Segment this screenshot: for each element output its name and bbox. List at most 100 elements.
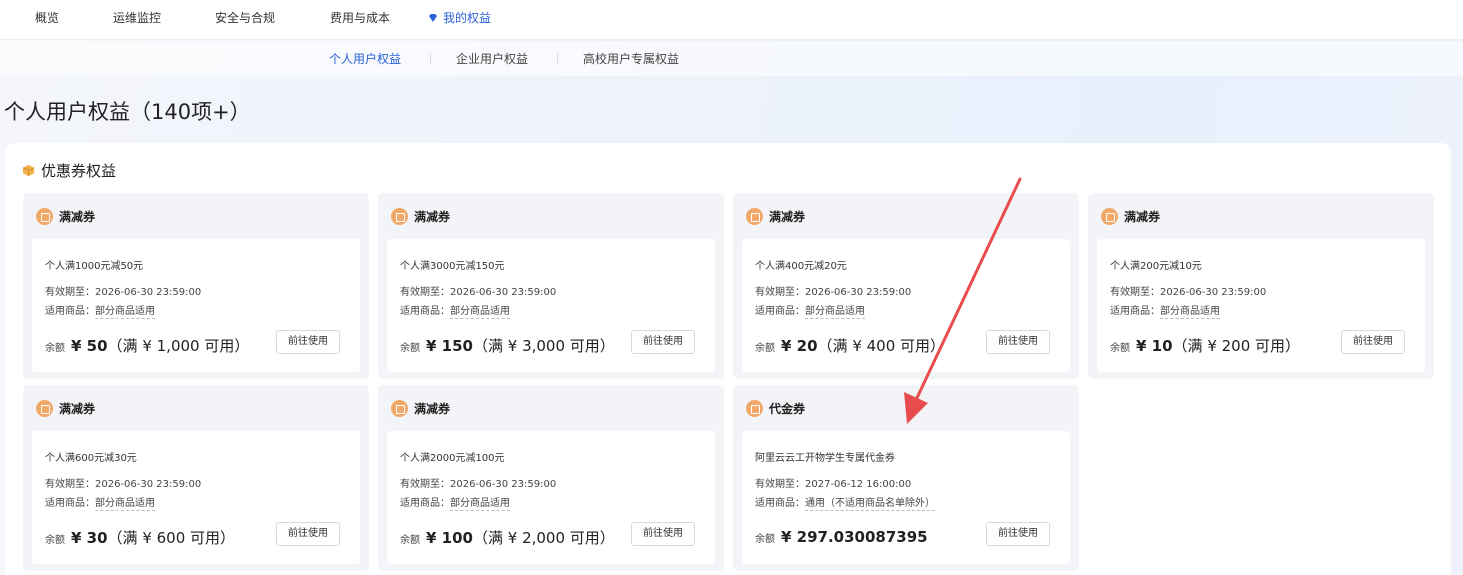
scope-value[interactable]: 通用（不适用商品名单除外）	[805, 498, 935, 511]
tab-personal-benefits[interactable]: 个人用户权益	[329, 50, 401, 67]
tab-university-benefits[interactable]: 高校用户专属权益	[583, 50, 679, 67]
scope-prefix: 适用商品：	[45, 498, 95, 509]
coupon-type: 满减券	[36, 400, 95, 417]
coupon-type: 满减券	[391, 400, 450, 417]
nav-item-overview[interactable]: 概览	[35, 9, 59, 26]
balance-condition: （满 ¥ 600 可用）	[107, 529, 236, 547]
use-coupon-button[interactable]: 前往使用	[631, 330, 695, 354]
coupon-card: 满减券 个人满3000元减150元 有效期至：2026-06-30 23:59:…	[378, 193, 724, 379]
use-coupon-button[interactable]: 前往使用	[276, 522, 340, 546]
coupon-body: 阿里云云工开物学生专属代金券 有效期至：2027-06-12 16:00:00 …	[742, 431, 1070, 564]
coupon-type: 代金券	[746, 400, 805, 417]
balance-condition: （满 ¥ 1,000 可用）	[107, 337, 250, 355]
section-title: 优惠券权益	[22, 160, 116, 181]
coupon-balance: 余额 ¥ 30（满 ¥ 600 可用）	[45, 527, 235, 548]
coupon-scope: 适用商品：部分商品适用	[45, 494, 155, 511]
balance-amount: ¥ 150	[426, 337, 473, 355]
coupon-balance: 余额 ¥ 297.030087395	[755, 527, 928, 546]
use-coupon-button[interactable]: 前往使用	[986, 330, 1050, 354]
tab-enterprise-benefits[interactable]: 企业用户权益	[456, 50, 528, 67]
coupon-name: 个人满3000元减150元	[400, 261, 505, 272]
section-title-label: 优惠券权益	[41, 162, 117, 180]
valid-prefix: 有效期至：	[400, 479, 450, 490]
scope-prefix: 适用商品：	[755, 306, 805, 317]
valid-prefix: 有效期至：	[45, 479, 95, 490]
balance-condition: （满 ¥ 200 可用）	[1172, 337, 1301, 355]
coupon-name: 个人满200元减10元	[1110, 261, 1202, 272]
coupon-type-label: 满减券	[769, 210, 806, 224]
balance-amount: ¥ 20	[781, 337, 818, 355]
balance-amount: ¥ 297.030087395	[781, 528, 928, 546]
balance-condition: （满 ¥ 400 可用）	[817, 337, 946, 355]
coupon-balance: 余额 ¥ 50（满 ¥ 1,000 可用）	[45, 335, 249, 356]
balance-amount: ¥ 100	[426, 529, 473, 547]
coupon-valid-until: 有效期至：2026-06-30 23:59:00	[400, 475, 556, 490]
balance-label: 余额	[400, 343, 420, 354]
coupon-type-label: 满减券	[59, 402, 96, 416]
valid-date: 2026-06-30 23:59:00	[1160, 287, 1267, 298]
balance-label: 余额	[45, 535, 65, 546]
nav-item-cost[interactable]: 费用与成本	[330, 9, 390, 26]
nav-item-my-benefits[interactable]: 我的权益	[428, 9, 491, 26]
coupon-type-label: 满减券	[1124, 210, 1161, 224]
coupon-name: 个人满600元减30元	[45, 453, 137, 464]
voucher-card: 代金券 阿里云云工开物学生专属代金券 有效期至：2027-06-12 16:00…	[733, 385, 1079, 571]
coupon-type: 满减券	[36, 208, 95, 225]
coupon-balance: 余额 ¥ 10（满 ¥ 200 可用）	[1110, 335, 1300, 356]
coupon-card: 满减券 个人满1000元减50元 有效期至：2026-06-30 23:59:0…	[23, 193, 369, 379]
nav-item-security-compliance[interactable]: 安全与合规	[215, 9, 275, 26]
coupon-type: 满减券	[391, 208, 450, 225]
coupon-type-label: 满减券	[59, 210, 96, 224]
coupon-type-label: 满减券	[414, 210, 451, 224]
scope-value[interactable]: 部分商品适用	[95, 306, 155, 319]
coupon-valid-until: 有效期至：2026-06-30 23:59:00	[45, 475, 201, 490]
nav-item-my-benefits-label: 我的权益	[443, 11, 492, 25]
scope-value[interactable]: 部分商品适用	[450, 498, 510, 511]
balance-label: 余额	[755, 534, 775, 545]
scope-prefix: 适用商品：	[755, 498, 805, 509]
diamond-icon	[429, 14, 437, 22]
balance-label: 余额	[45, 343, 65, 354]
coupon-body: 个人满200元减10元 有效期至：2026-06-30 23:59:00 适用商…	[1097, 239, 1425, 372]
balance-amount: ¥ 50	[71, 337, 108, 355]
use-coupon-button[interactable]: 前往使用	[276, 330, 340, 354]
use-coupon-button[interactable]: 前往使用	[986, 522, 1050, 546]
coupon-icon	[391, 208, 408, 225]
balance-label: 余额	[755, 343, 775, 354]
valid-date: 2026-06-30 23:59:00	[95, 287, 202, 298]
coupon-balance: 余额 ¥ 20（满 ¥ 400 可用）	[755, 335, 945, 356]
coupon-type: 满减券	[1101, 208, 1160, 225]
nav-item-ops-monitoring[interactable]: 运维监控	[113, 9, 161, 26]
use-coupon-button[interactable]: 前往使用	[631, 522, 695, 546]
balance-label: 余额	[400, 535, 420, 546]
coupon-type: 满减券	[746, 208, 805, 225]
coupon-name: 个人满1000元减50元	[45, 261, 144, 272]
scope-value[interactable]: 部分商品适用	[805, 306, 865, 319]
coupon-type-label: 满减券	[414, 402, 451, 416]
scope-value[interactable]: 部分商品适用	[95, 498, 155, 511]
use-coupon-button[interactable]: 前往使用	[1341, 330, 1405, 354]
balance-amount: ¥ 30	[71, 529, 108, 547]
scope-value[interactable]: 部分商品适用	[1160, 306, 1220, 319]
scope-prefix: 适用商品：	[1110, 306, 1160, 317]
coupon-card: 满减券 个人满200元减10元 有效期至：2026-06-30 23:59:00…	[1088, 193, 1434, 379]
valid-date: 2026-06-30 23:59:00	[450, 479, 557, 490]
coupon-icon	[391, 400, 408, 417]
scope-value[interactable]: 部分商品适用	[450, 306, 510, 319]
tab-divider	[557, 53, 558, 64]
coupon-scope: 适用商品：部分商品适用	[1110, 302, 1220, 319]
coupon-valid-until: 有效期至：2026-06-30 23:59:00	[400, 283, 556, 298]
coupon-scope: 适用商品：部分商品适用	[400, 302, 510, 319]
coupon-body: 个人满400元减20元 有效期至：2026-06-30 23:59:00 适用商…	[742, 239, 1070, 372]
valid-date: 2027-06-12 16:00:00	[805, 479, 912, 490]
coupon-name: 个人满2000元减100元	[400, 453, 505, 464]
balance-condition: （满 ¥ 3,000 可用）	[472, 337, 615, 355]
balance-amount: ¥ 10	[1136, 337, 1173, 355]
coupon-body: 个人满2000元减100元 有效期至：2026-06-30 23:59:00 适…	[387, 431, 715, 564]
balance-label: 余额	[1110, 343, 1130, 354]
coupon-name: 个人满400元减20元	[755, 261, 847, 272]
coupon-valid-until: 有效期至：2026-06-30 23:59:00	[1110, 283, 1266, 298]
coupon-body: 个人满1000元减50元 有效期至：2026-06-30 23:59:00 适用…	[32, 239, 360, 372]
coupon-scope: 适用商品：部分商品适用	[755, 302, 865, 319]
coupon-icon	[1101, 208, 1118, 225]
